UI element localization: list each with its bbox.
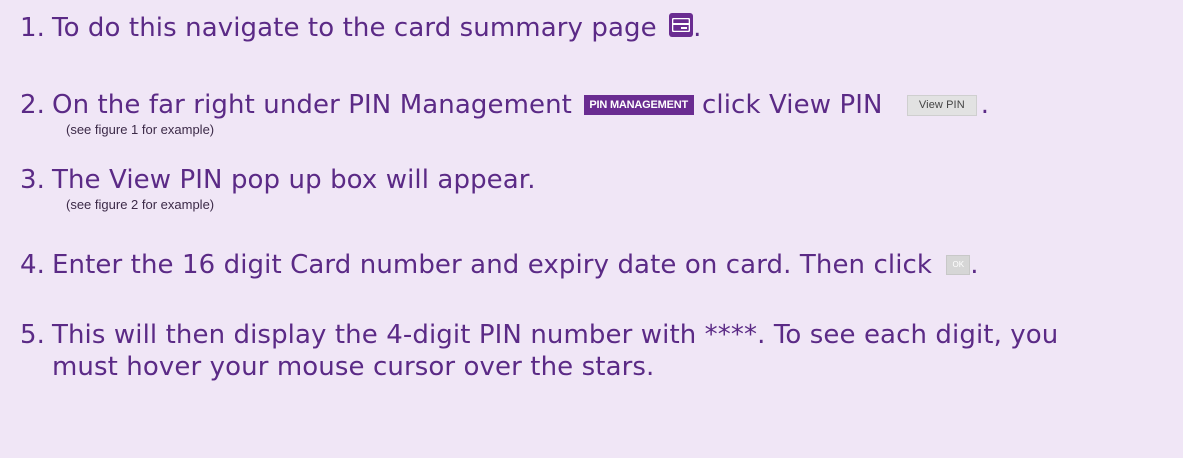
step-1: 1. To do this navigate to the card summar… <box>20 12 702 44</box>
pin-management-button[interactable]: PIN MANAGEMENT <box>584 95 695 115</box>
step-text: On the far right under PIN Management <box>52 90 572 120</box>
step-5: 5. This will then display the 4-digit PIN… <box>20 319 1058 383</box>
step-text-mid: click View PIN <box>702 90 883 120</box>
view-pin-button[interactable]: View PIN <box>906 95 977 116</box>
step-note: (see figure 1 for example) <box>66 122 215 137</box>
step-text: Enter the 16 digit Card number and expir… <box>52 250 933 280</box>
ok-button[interactable]: OK <box>946 255 971 275</box>
step-3-line: 3. The View PIN pop up box will appear. <box>20 164 536 196</box>
step-end: . <box>693 13 702 43</box>
step-2: 2. On the far right under PIN Management … <box>20 89 989 138</box>
step-4: 4. Enter the 16 digit Card number and exp… <box>20 249 979 281</box>
step-number: 5. <box>20 320 46 350</box>
step-end: . <box>970 250 979 280</box>
step-3: 3. The View PIN pop up box will appear. (… <box>20 164 536 213</box>
step-note: (see figure 2 for example) <box>66 197 215 212</box>
step-4-line: 4. Enter the 16 digit Card number and exp… <box>20 249 979 281</box>
step-number: 3. <box>20 165 46 195</box>
step-end: . <box>980 90 990 120</box>
step-number: 1. <box>20 13 46 43</box>
step-text: The View PIN pop up box will appear. <box>52 165 536 195</box>
step-text: To do this navigate to the card summary … <box>52 13 657 43</box>
step-1-line: 1. To do this navigate to the card summar… <box>20 12 702 44</box>
step-2-line: 2. On the far right under PIN Management … <box>20 89 989 121</box>
step-number: 2. <box>20 90 46 120</box>
step-number: 4. <box>20 250 46 280</box>
card-summary-icon[interactable] <box>669 13 694 37</box>
step-5-line: 5. This will then display the 4-digit PIN… <box>20 319 1058 351</box>
step-5-continuation: must hover your mouse cursor over the st… <box>52 352 655 382</box>
step-text: This will then display the 4-digit PIN n… <box>52 320 1059 350</box>
